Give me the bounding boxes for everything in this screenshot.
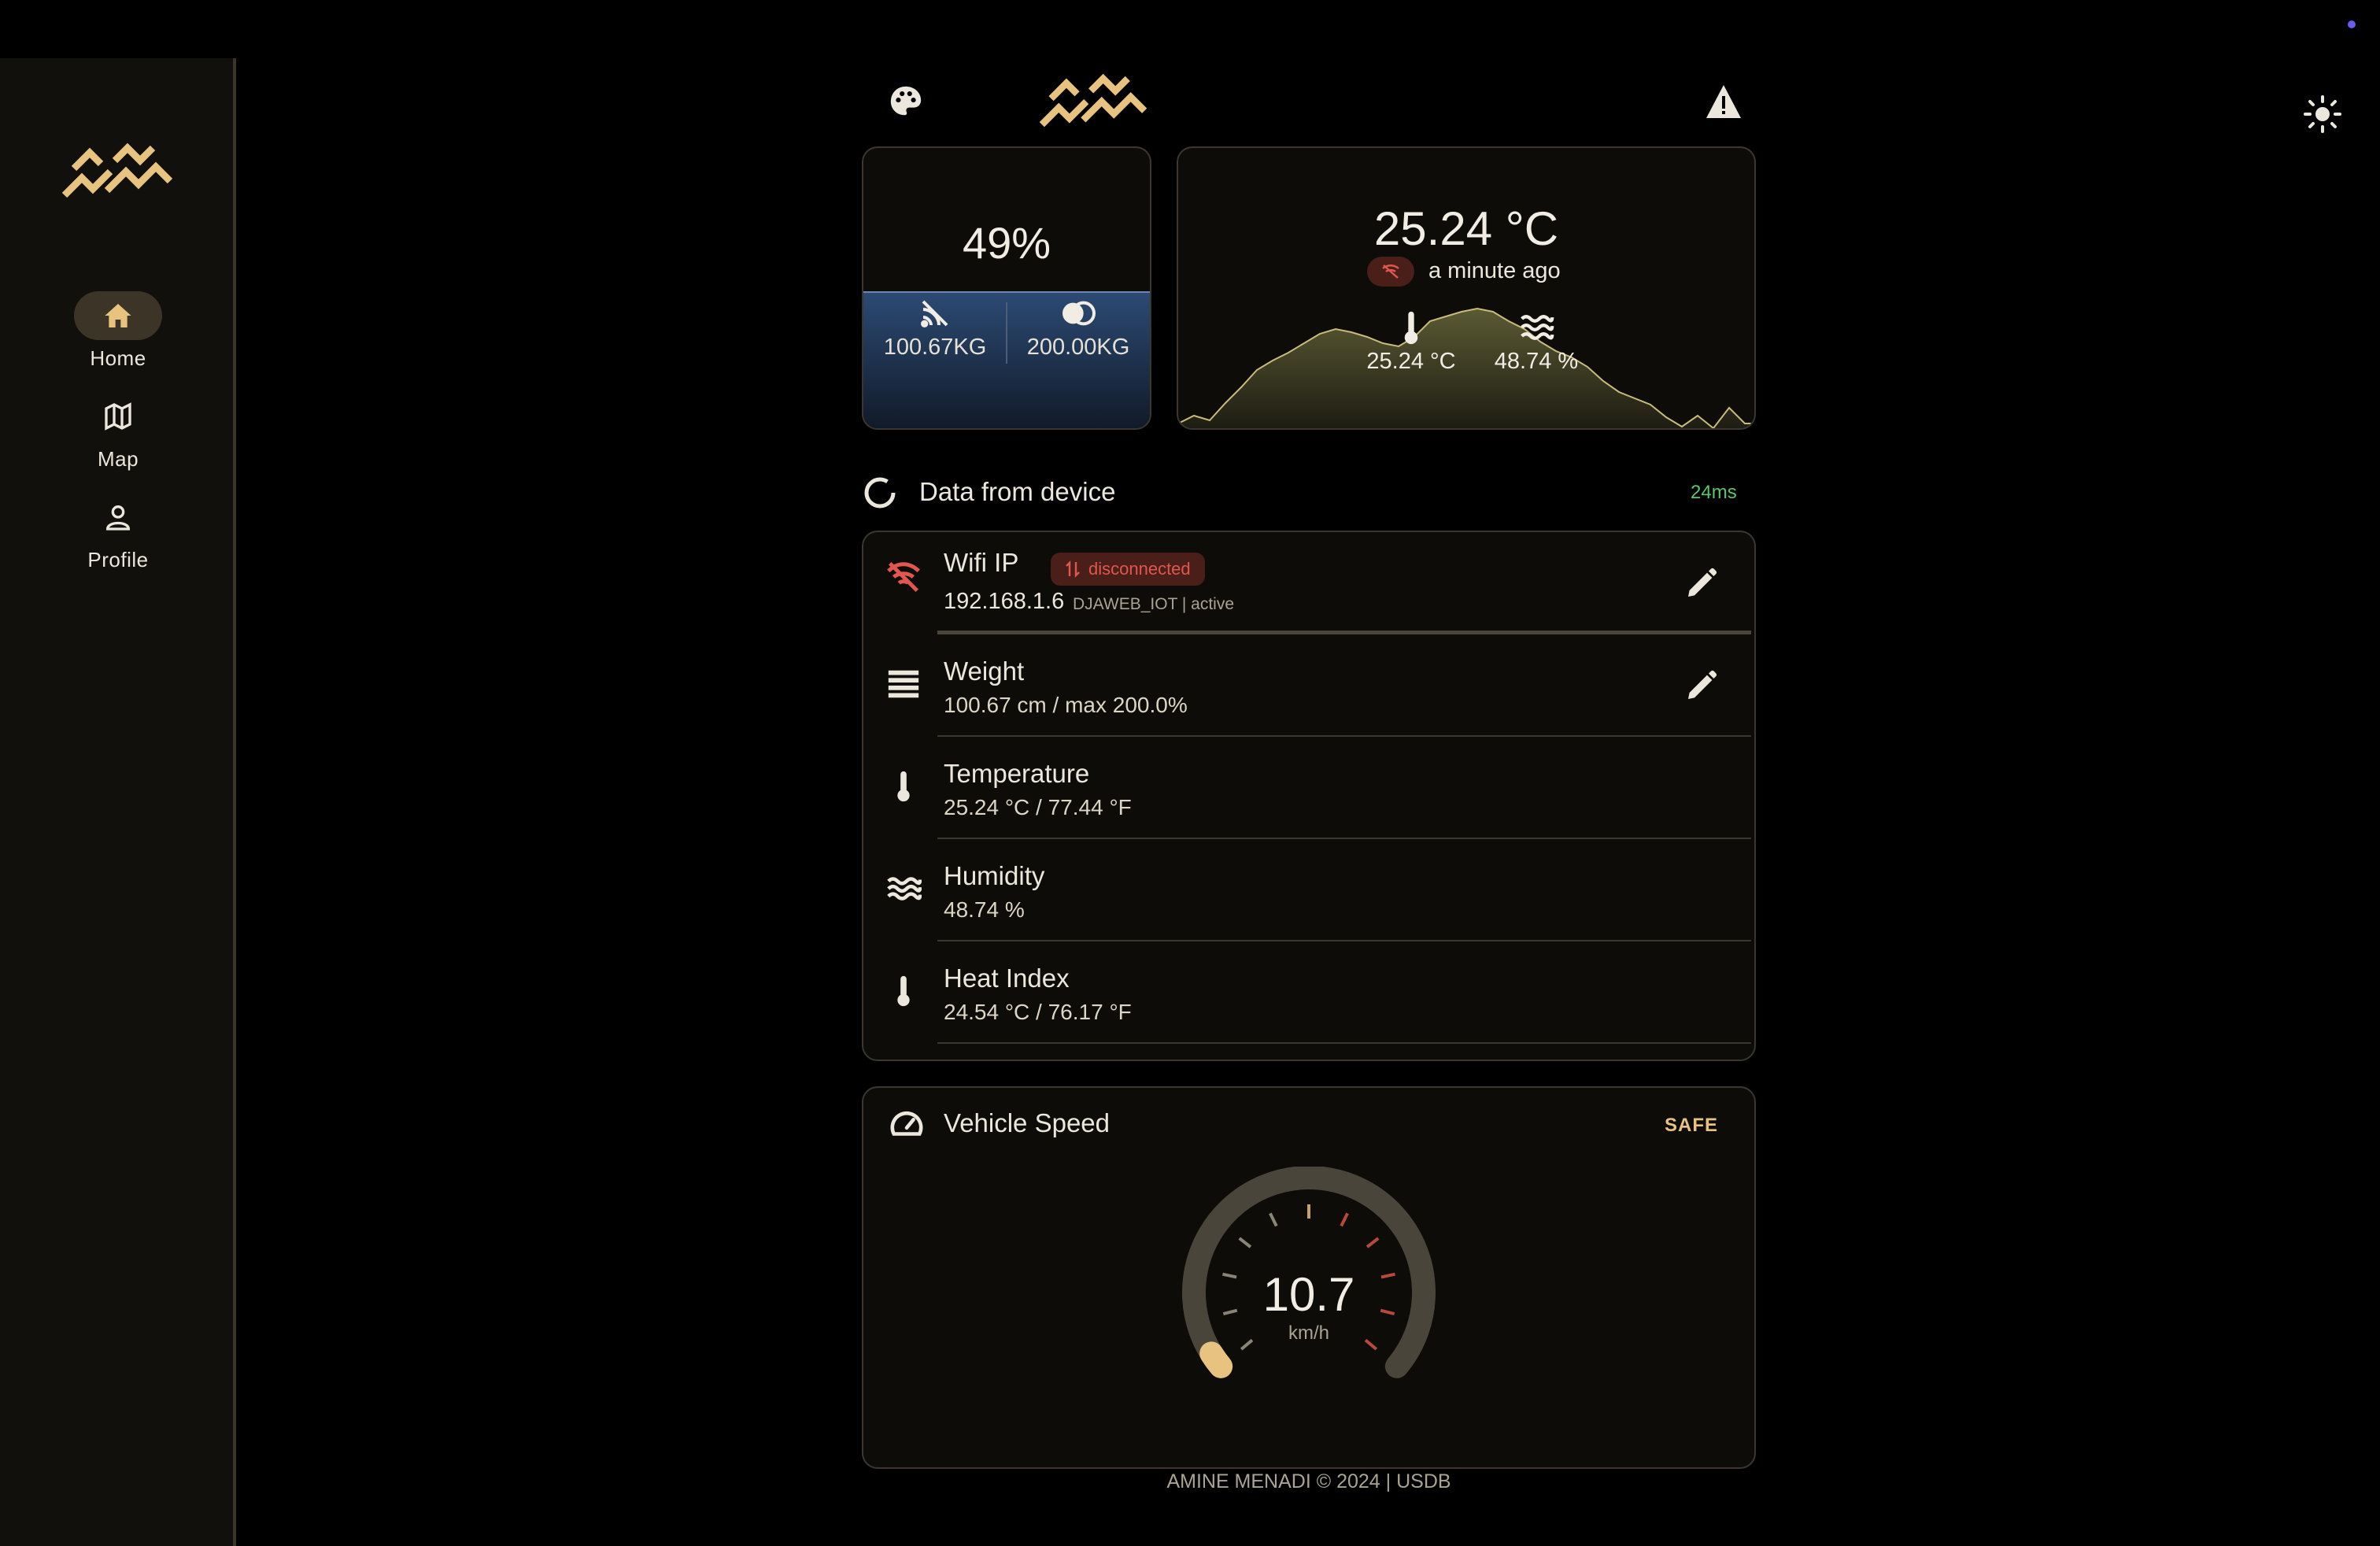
notification-dot [2348,20,2356,28]
latency-value: 24ms [1691,482,1737,503]
climate-card: 25.24 °C a minute ago 25.24 °C 48.74 % [1177,146,1756,430]
thermometer-icon [897,771,910,802]
humidity-reading: 48.74 % [1477,310,1595,375]
updated-time: a minute ago [1428,258,1561,283]
row-title: Wifi IP [944,548,1019,577]
wifi-off-icon [887,561,920,593]
right-reading: 200.00KG [1007,298,1150,361]
speed-card: Vehicle Speed SAFE 10.7 km/h [862,1086,1756,1469]
list-item-heat-index: Heat Index 24.54 °C / 76.17 °F [863,941,1751,1044]
section-title: Data from device [919,477,1116,506]
sun-icon [2304,95,2341,133]
brand-logo[interactable] [60,142,175,203]
list-item-temperature: Temperature 25.24 °C / 77.44 °F [863,737,1751,839]
weight-icon [888,670,919,698]
edit-weight-button[interactable] [1682,668,1720,705]
signal-icon [921,300,948,327]
row-value: 25.24 °C / 77.44 °F [944,795,1132,819]
offline-chip [1367,257,1414,287]
device-data-list: Wifi IP disconnected 192.168.1.6 DJAWEB_… [862,531,1756,1061]
row-title: Weight [944,656,1025,686]
palette-icon [890,86,922,116]
loading-ring-icon [864,477,896,509]
swap-icon [1066,560,1080,578]
list-item-humidity: Humidity 48.74 % [863,839,1751,941]
gauge-tick [1269,1212,1278,1227]
gauge-value-arc [1199,1341,1233,1378]
row-value: 24.54 °C / 76.17 °F [944,1000,1132,1024]
wifi-off-icon [1382,264,1399,279]
left-reading: 100.67KG [863,298,1007,361]
pencil-icon [1688,670,1717,699]
thermometer-icon [1404,311,1418,345]
row-value: 192.168.1.6 [944,589,1065,614]
temperature-value: 25.24 °C [1373,202,1559,255]
alert-button[interactable] [1705,83,1743,120]
right-value: 200.00KG [1026,335,1130,360]
warning-icon [1706,85,1741,118]
person-icon [105,505,131,531]
sidebar-item-map[interactable]: Map [0,392,236,472]
status-badge-label: disconnected [1088,559,1191,579]
row-meta: DJAWEB_IOT | active [1073,595,1235,613]
refresh-button[interactable] [863,475,897,510]
gauge-tick [1340,1212,1349,1227]
row-title: Temperature [944,759,1090,788]
palette-button[interactable] [888,83,924,120]
pencil-icon [1688,568,1717,597]
humidity-small: 48.74 % [1494,349,1579,374]
sidebar-item-profile[interactable]: Profile [0,493,236,572]
sidebar-item-label: Home [90,346,146,370]
gauge-tick [1238,1237,1252,1248]
speed-value: 10.7 [1262,1268,1355,1321]
theme-toggle-button[interactable] [2303,94,2342,134]
temp-small: 25.24 °C [1366,349,1456,374]
row-value: 100.67 cm / max 200.0% [944,693,1188,717]
climate-sparkline [1178,307,1754,428]
sidebar-item-label: Map [97,447,139,471]
temp-reading: 25.24 °C [1358,310,1465,375]
level-card: 49% 100.67KG 200.00KG [862,146,1151,430]
status-badge: disconnected [1051,553,1205,586]
left-value: 100.67KG [883,335,987,360]
thermometer-icon [897,975,910,1007]
weight-plates-icon [1062,301,1096,326]
speed-title: Vehicle Speed [944,1108,1111,1137]
level-percent: 49% [962,218,1051,268]
speedometer-icon [890,1111,923,1136]
row-title: Heat Index [944,963,1070,993]
header-logo [1037,73,1149,132]
waves-icon [1521,315,1554,340]
row-value: 48.74 % [944,897,1025,922]
sidebar: Home Map Profile [0,58,236,1546]
gauge-tick [1366,1237,1380,1248]
speed-status: SAFE [1664,1115,1718,1136]
sidebar-item-home[interactable]: Home [0,291,236,371]
list-item-weight: Weight 100.67 cm / max 200.0% [863,634,1751,737]
edit-wifi-button[interactable] [1682,565,1720,603]
sidebar-item-label: Profile [87,548,149,571]
waves-icon [887,877,922,901]
speed-unit: km/h [1288,1322,1329,1344]
home-icon [105,304,131,327]
row-divider [937,1042,1751,1044]
list-item-wifi: Wifi IP disconnected 192.168.1.6 DJAWEB_… [863,532,1751,634]
row-title: Humidity [944,861,1045,890]
map-icon [105,402,131,431]
footer-text: AMINE MENADI © 2024 | USDB [1166,1470,1451,1492]
